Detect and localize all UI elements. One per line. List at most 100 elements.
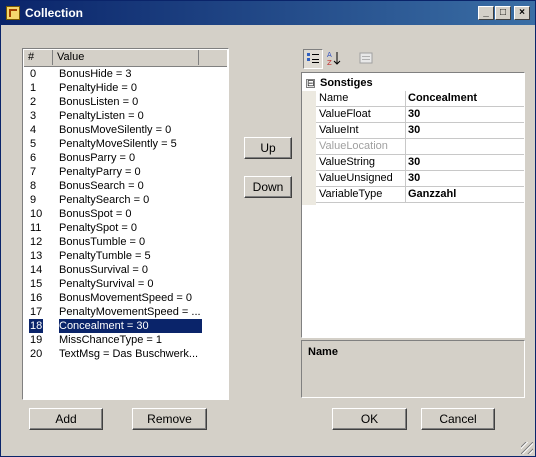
cancel-button[interactable]: Cancel (421, 408, 495, 430)
list-item[interactable]: 9 PenaltySearch = 0 (24, 193, 227, 207)
list-item-value: PenaltySpot = 0 (59, 222, 137, 234)
list-item[interactable]: 3 PenaltyListen = 0 (24, 109, 227, 123)
list-rows: 0 BonusHide = 3 1 PenaltyHide = 0 2 BonusList… (24, 67, 227, 361)
column-divider[interactable] (405, 123, 406, 139)
list-item-index: 14 (30, 264, 43, 276)
list-item-index: 3 (30, 110, 37, 122)
remove-button[interactable]: Remove (132, 408, 207, 430)
list-item[interactable]: 1 PenaltyHide = 0 (24, 81, 227, 95)
list-item-index: 10 (30, 208, 43, 220)
property-name: ValueString (319, 156, 376, 168)
property-row[interactable]: ValueInt 30 (316, 123, 524, 139)
list-item[interactable]: 18 Concealment = 30 (24, 319, 227, 333)
list-item-value: BonusParry = 0 (59, 152, 136, 164)
list-item-index: 6 (30, 152, 37, 164)
property-row[interactable]: VariableType Ganzzahl (316, 187, 524, 203)
close-button[interactable]: × (514, 6, 530, 20)
property-value[interactable]: 30 (408, 172, 420, 184)
column-divider[interactable] (405, 91, 406, 107)
minimize-button[interactable]: _ (478, 6, 494, 20)
list-item-index: 8 (30, 180, 37, 192)
list-item[interactable]: 5 PenaltyMoveSilently = 5 (24, 137, 227, 151)
categorized-icon[interactable] (303, 49, 323, 69)
column-divider[interactable] (405, 171, 406, 187)
property-row[interactable]: ValueUnsigned 30 (316, 171, 524, 187)
list-item[interactable]: 11 PenaltySpot = 0 (24, 221, 227, 235)
list-item-index: 7 (30, 166, 37, 178)
list-item-value: BonusMovementSpeed = 0 (59, 292, 193, 304)
list-item[interactable]: 7 PenaltyParry = 0 (24, 165, 227, 179)
property-value[interactable]: Concealment (408, 92, 477, 104)
list-item[interactable]: 15 PenaltySurvival = 0 (24, 277, 227, 291)
property-value[interactable]: 30 (408, 156, 420, 168)
list-item[interactable]: 0 BonusHide = 3 (24, 67, 227, 81)
collection-dialog: Collection _ □ × # Value 0 BonusHide = 31… (0, 0, 536, 457)
list-item-value: BonusMoveSilently = 0 (59, 124, 172, 136)
property-row[interactable]: Name Concealment (316, 91, 524, 107)
property-row[interactable]: ValueLocation (316, 139, 524, 155)
list-item-value: PenaltyHide = 0 (59, 82, 137, 94)
list-item-index: 0 (30, 68, 37, 80)
list-item[interactable]: 6 BonusParry = 0 (24, 151, 227, 165)
list-item[interactable]: 19 MissChanceType = 1 (24, 333, 227, 347)
property-value[interactable]: 30 (408, 124, 420, 136)
up-button[interactable]: Up (244, 137, 292, 159)
column-divider[interactable] (405, 139, 406, 155)
app-icon (6, 6, 20, 20)
svg-text:A: A (327, 51, 332, 59)
collapse-icon[interactable]: ⊟ (306, 79, 315, 88)
list-item-value: Concealment = 30 (59, 319, 202, 333)
list-item[interactable]: 12 BonusTumble = 0 (24, 235, 227, 249)
resize-grip[interactable] (521, 442, 533, 454)
add-button[interactable]: Add (29, 408, 103, 430)
list-item-value: BonusSurvival = 0 (59, 264, 148, 276)
category-sonstiges[interactable]: ⊟ Sonstiges (302, 77, 524, 91)
list-item-value: PenaltyListen = 0 (59, 110, 144, 122)
property-name: ValueFloat (319, 108, 371, 120)
list-item[interactable]: 16 BonusMovementSpeed = 0 (24, 291, 227, 305)
category-label: Sonstiges (320, 77, 373, 89)
maximize-button[interactable]: □ (495, 6, 511, 20)
title-bar[interactable]: Collection _ □ × (1, 1, 535, 25)
property-pages-icon[interactable] (357, 49, 377, 69)
alphabetical-az-icon[interactable]: A Z (325, 49, 345, 69)
list-item-index: 20 (30, 348, 43, 360)
column-header-value[interactable]: Value (53, 50, 199, 65)
grid-gutter (302, 91, 316, 205)
list-item[interactable]: 8 BonusSearch = 0 (24, 179, 227, 193)
list-item[interactable]: 13 PenaltyTumble = 5 (24, 249, 227, 263)
list-item-value: BonusListen = 0 (59, 96, 139, 108)
property-name: ValueLocation (319, 140, 388, 152)
list-item-index: 12 (30, 236, 43, 248)
property-row[interactable]: ValueFloat 30 (316, 107, 524, 123)
list-item[interactable]: 10 BonusSpot = 0 (24, 207, 227, 221)
list-item[interactable]: 2 BonusListen = 0 (24, 95, 227, 109)
property-grid[interactable]: ⊟ Sonstiges Name Concealment ValueFloat 30 V… (301, 72, 525, 338)
list-item-value: PenaltyMoveSilently = 5 (59, 138, 177, 150)
list-item-index: 15 (30, 278, 43, 290)
list-item-index: 19 (30, 334, 43, 346)
column-header-index[interactable]: # (24, 50, 53, 65)
list-item-value: PenaltyParry = 0 (59, 166, 141, 178)
list-header: # Value (24, 50, 227, 67)
list-item-index: 4 (30, 124, 37, 136)
property-value[interactable]: Ganzzahl (408, 188, 456, 200)
list-item[interactable]: 4 BonusMoveSilently = 0 (24, 123, 227, 137)
list-item[interactable]: 14 BonusSurvival = 0 (24, 263, 227, 277)
down-button[interactable]: Down (244, 176, 292, 198)
ok-button[interactable]: OK (332, 408, 407, 430)
column-divider[interactable] (405, 107, 406, 123)
list-item[interactable]: 17 PenaltyMovementSpeed = ... (24, 305, 227, 319)
list-item[interactable]: 20 TextMsg = Das Buschwerk... (24, 347, 227, 361)
list-item-index: 16 (30, 292, 43, 304)
list-item-value: BonusSpot = 0 (59, 208, 132, 220)
list-item-index: 1 (30, 82, 37, 94)
property-name: VariableType (319, 188, 383, 200)
property-row[interactable]: ValueString 30 (316, 155, 524, 171)
column-divider[interactable] (405, 155, 406, 171)
column-divider[interactable] (405, 187, 406, 203)
property-value[interactable]: 30 (408, 108, 420, 120)
members-listbox[interactable]: # Value 0 BonusHide = 3 1 PenaltyHide = 0 2 B… (22, 48, 229, 400)
property-name: ValueUnsigned (319, 172, 393, 184)
svg-text:Z: Z (327, 59, 332, 67)
